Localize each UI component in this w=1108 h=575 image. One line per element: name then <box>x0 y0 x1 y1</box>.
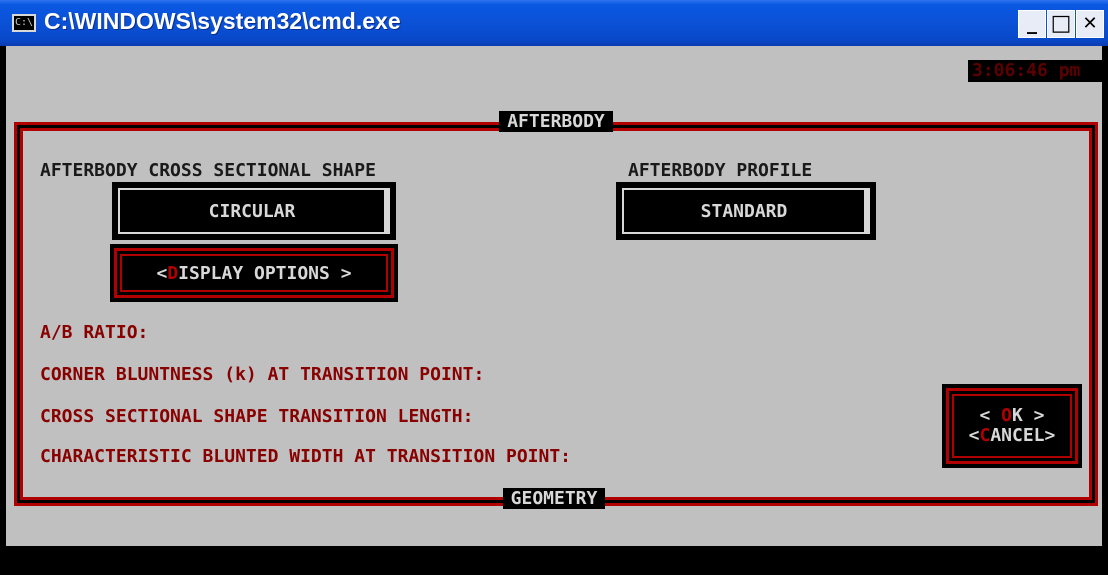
display-options-hotkey: D <box>167 262 179 284</box>
display-options-left: < <box>156 262 168 284</box>
cancel-hotkey: C <box>979 425 991 446</box>
display-options-button[interactable]: < D ISPLAY OPTIONS > <box>110 244 398 302</box>
close-button[interactable]: ✕ <box>1076 10 1104 38</box>
profile-label: AFTERBODY PROFILE <box>628 160 813 181</box>
ab-ratio-label: A/B RATIO: <box>40 322 149 343</box>
display-options-label: ISPLAY OPTIONS > <box>178 262 352 284</box>
blunted-width-label: CHARACTERISTIC BLUNTED WIDTH AT TRANSITI… <box>40 446 572 467</box>
cross-section-value: CIRCULAR <box>118 188 390 234</box>
profile-selector[interactable]: STANDARD <box>616 182 876 240</box>
title-bar[interactable]: C:\ C:\WINDOWS\system32\cmd.exe _ □ ✕ <box>0 0 1108 46</box>
ok-cancel-box: < OK > <CANCEL> <box>942 384 1082 468</box>
status-bar <box>6 546 1102 575</box>
cancel-button[interactable]: <CANCEL> <box>969 426 1056 446</box>
maximize-button[interactable]: □ <box>1047 10 1075 38</box>
clock-display: 3:06:46 pm <box>968 60 1102 82</box>
cross-section-selector[interactable]: CIRCULAR <box>112 182 396 240</box>
geometry-title: GEOMETRY <box>502 488 606 509</box>
window-title: C:\WINDOWS\system32\cmd.exe <box>44 8 401 34</box>
profile-value: STANDARD <box>622 188 870 234</box>
console-area: 3:06:46 pm AFTERBODY AFTERBODY CROSS SEC… <box>6 46 1102 575</box>
transition-length-label: CROSS SECTIONAL SHAPE TRANSITION LENGTH: <box>40 406 474 427</box>
cross-section-label: AFTERBODY CROSS SECTIONAL SHAPE <box>40 160 376 181</box>
console-icon[interactable]: C:\ <box>12 14 36 32</box>
panel-title: AFTERBODY <box>499 111 613 132</box>
corner-bluntness-label: CORNER BLUNTNESS (k) AT TRANSITION POINT… <box>40 364 485 385</box>
ok-button[interactable]: < OK > <box>979 406 1044 426</box>
ok-hotkey: O <box>1001 405 1012 426</box>
cmd-window: C:\ C:\WINDOWS\system32\cmd.exe _ □ ✕ 3:… <box>0 0 1108 575</box>
minimize-button[interactable]: _ <box>1018 10 1046 38</box>
